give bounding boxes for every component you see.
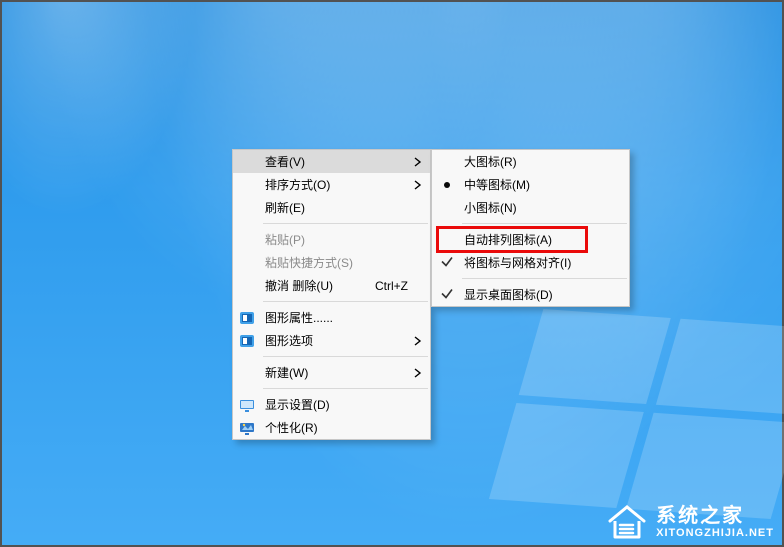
submenu-item-auto-arrange[interactable]: 自动排列图标(A) bbox=[432, 228, 629, 251]
checkmark-icon bbox=[440, 286, 454, 303]
menu-item-label: 粘贴快捷方式(S) bbox=[265, 254, 353, 271]
menu-separator bbox=[462, 223, 627, 224]
menu-item-label: 图形属性...... bbox=[265, 309, 333, 326]
chevron-right-icon bbox=[414, 336, 422, 346]
intel-graphics-icon bbox=[239, 310, 255, 326]
menu-item-label: 显示桌面图标(D) bbox=[464, 286, 553, 303]
submenu-item-align-to-grid[interactable]: 将图标与网格对齐(I) bbox=[432, 251, 629, 274]
menu-separator bbox=[263, 223, 428, 224]
menu-item-graphics-options[interactable]: 图形选项 bbox=[233, 329, 430, 352]
watermark: 系统之家 XITONGZHIJIA.NET bbox=[606, 503, 774, 541]
menu-item-label: 排序方式(O) bbox=[265, 176, 330, 193]
menu-item-label: 撤消 删除(U) bbox=[265, 277, 333, 294]
menu-separator bbox=[462, 278, 627, 279]
desktop-context-menu: 查看(V) 排序方式(O) 刷新(E) 粘贴(P) 粘贴快捷方式(S) 撤消 删… bbox=[232, 149, 431, 440]
menu-item-label: 将图标与网格对齐(I) bbox=[464, 254, 571, 271]
menu-item-label: 个性化(R) bbox=[265, 419, 318, 436]
menu-item-label: 大图标(R) bbox=[464, 153, 517, 170]
watermark-url: XITONGZHIJIA.NET bbox=[656, 527, 774, 539]
menu-item-label: 刷新(E) bbox=[265, 199, 305, 216]
menu-item-label: 小图标(N) bbox=[464, 199, 517, 216]
personalize-icon bbox=[239, 420, 255, 436]
menu-separator bbox=[263, 388, 428, 389]
house-logo-icon bbox=[606, 503, 648, 541]
menu-item-label: 中等图标(M) bbox=[464, 176, 530, 193]
menu-item-display-settings[interactable]: 显示设置(D) bbox=[233, 393, 430, 416]
menu-item-label: 显示设置(D) bbox=[265, 396, 330, 413]
chevron-right-icon bbox=[414, 157, 422, 167]
view-submenu: 大图标(R) 中等图标(M) 小图标(N) 自动排列图标(A) 将图标与网格对齐… bbox=[431, 149, 630, 307]
menu-item-undo-delete[interactable]: 撤消 删除(U) Ctrl+Z bbox=[233, 274, 430, 297]
menu-item-label: 查看(V) bbox=[265, 153, 305, 170]
menu-item-sort-by[interactable]: 排序方式(O) bbox=[233, 173, 430, 196]
menu-item-shortcut: Ctrl+Z bbox=[375, 279, 408, 293]
chevron-right-icon bbox=[414, 368, 422, 378]
menu-item-label: 自动排列图标(A) bbox=[464, 231, 552, 248]
submenu-item-large-icons[interactable]: 大图标(R) bbox=[432, 150, 629, 173]
menu-item-refresh[interactable]: 刷新(E) bbox=[233, 196, 430, 219]
menu-item-new[interactable]: 新建(W) bbox=[233, 361, 430, 384]
submenu-item-small-icons[interactable]: 小图标(N) bbox=[432, 196, 629, 219]
intel-graphics-icon bbox=[239, 333, 255, 349]
checkmark-icon bbox=[440, 254, 454, 271]
windows-logo-background bbox=[489, 309, 784, 519]
menu-item-view[interactable]: 查看(V) bbox=[233, 150, 430, 173]
radio-selected-icon bbox=[444, 182, 450, 188]
submenu-item-show-desktop-icons[interactable]: 显示桌面图标(D) bbox=[432, 283, 629, 306]
menu-item-graphics-properties[interactable]: 图形属性...... bbox=[233, 306, 430, 329]
submenu-item-medium-icons[interactable]: 中等图标(M) bbox=[432, 173, 629, 196]
watermark-title: 系统之家 bbox=[656, 505, 774, 527]
chevron-right-icon bbox=[414, 180, 422, 190]
menu-item-paste: 粘贴(P) bbox=[233, 228, 430, 251]
menu-item-paste-shortcut: 粘贴快捷方式(S) bbox=[233, 251, 430, 274]
menu-item-label: 图形选项 bbox=[265, 332, 313, 349]
menu-item-label: 粘贴(P) bbox=[265, 231, 305, 248]
menu-separator bbox=[263, 301, 428, 302]
menu-item-personalize[interactable]: 个性化(R) bbox=[233, 416, 430, 439]
display-settings-icon bbox=[239, 397, 255, 413]
menu-separator bbox=[263, 356, 428, 357]
menu-item-label: 新建(W) bbox=[265, 364, 308, 381]
